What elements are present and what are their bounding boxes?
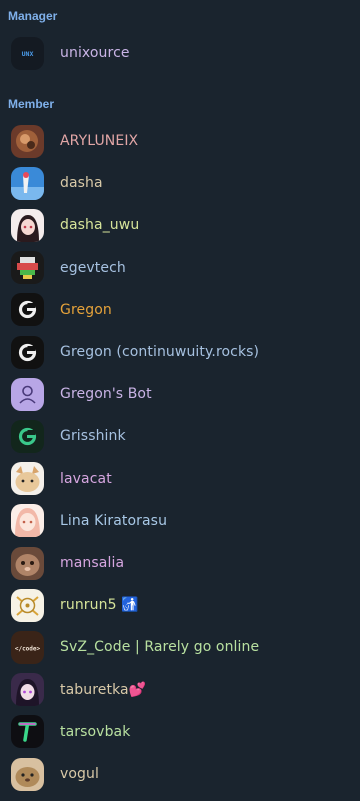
member-row[interactable]: taburetka💕 <box>0 669 360 711</box>
member-name: lavacat <box>60 470 112 487</box>
members-panel: Manager Member UNX unixource ARYLUNEIX dash… <box>0 0 360 801</box>
member-name: vogul <box>60 766 99 782</box>
svg-text:UNX: UNX <box>22 50 34 58</box>
member-name: ARYLUNEIX <box>60 133 139 149</box>
member-name: Grisshink <box>60 428 126 445</box>
code-avatar: </code> <box>11 630 44 664</box>
member-name: Gregon (continuwuity.rocks) <box>60 344 260 360</box>
member-name: mansalia <box>60 555 125 571</box>
member-name: dasha <box>60 175 103 192</box>
manager-section-title: Manager <box>8 9 58 23</box>
member-row[interactable]: dasha <box>0 162 360 204</box>
member-name: tarsovbak <box>60 723 131 740</box>
member-name: runrun5 🚮 <box>60 597 139 614</box>
member-name: dasha_uwu <box>60 217 140 234</box>
member-row[interactable]: UNX unixource <box>0 32 360 74</box>
member-row[interactable]: dasha_uwu <box>0 204 360 246</box>
pixel-avatar <box>11 251 44 285</box>
member-row[interactable]: lavacat <box>0 458 360 500</box>
member-row[interactable]: Gregon <box>0 289 360 331</box>
t-logo-avatar <box>11 715 44 749</box>
member-row[interactable]: </code> SvZ_Code | Rarely go online <box>0 626 360 668</box>
photo-avatar <box>11 124 44 158</box>
anime-avatar <box>11 208 44 242</box>
member-name: taburetka💕 <box>60 681 147 698</box>
member-name: SvZ_Code | Rarely go online <box>60 639 260 656</box>
member-row[interactable]: Grisshink <box>0 415 360 457</box>
anime-avatar <box>11 504 44 538</box>
g-logo-avatar <box>11 419 44 453</box>
photo-avatar <box>11 166 44 200</box>
member-section-title: Member <box>8 97 55 111</box>
unx-logo-avatar: UNX <box>11 36 44 70</box>
g-logo-avatar <box>11 335 44 369</box>
member-row[interactable]: Gregon's Bot <box>0 373 360 415</box>
anime-avatar <box>11 673 44 707</box>
member-name: Gregon's Bot <box>60 386 152 403</box>
g-logo-avatar <box>11 293 44 327</box>
member-name: unixource <box>60 45 130 61</box>
member-row[interactable]: tarsovbak <box>0 711 360 753</box>
animal-avatar <box>11 757 44 791</box>
member-row[interactable]: runrun5 🚮 <box>0 584 360 626</box>
cat-avatar <box>11 546 44 580</box>
member-name: Lina Kiratorasu <box>60 512 168 529</box>
member-name: egevtech <box>60 259 126 276</box>
member-row[interactable]: egevtech <box>0 247 360 289</box>
member-row[interactable]: mansalia <box>0 542 360 584</box>
person-avatar <box>11 377 44 411</box>
cat-avatar <box>11 462 44 496</box>
member-row[interactable]: Gregon (continuwuity.rocks) <box>0 331 360 373</box>
member-row[interactable]: Lina Kiratorasu <box>0 500 360 542</box>
member-row[interactable]: vogul <box>0 753 360 795</box>
member-row[interactable]: ARYLUNEIX <box>0 120 360 162</box>
member-name: Gregon <box>60 301 112 318</box>
anime-avatar <box>11 588 44 622</box>
svg-text:</code>: </code> <box>15 645 41 652</box>
